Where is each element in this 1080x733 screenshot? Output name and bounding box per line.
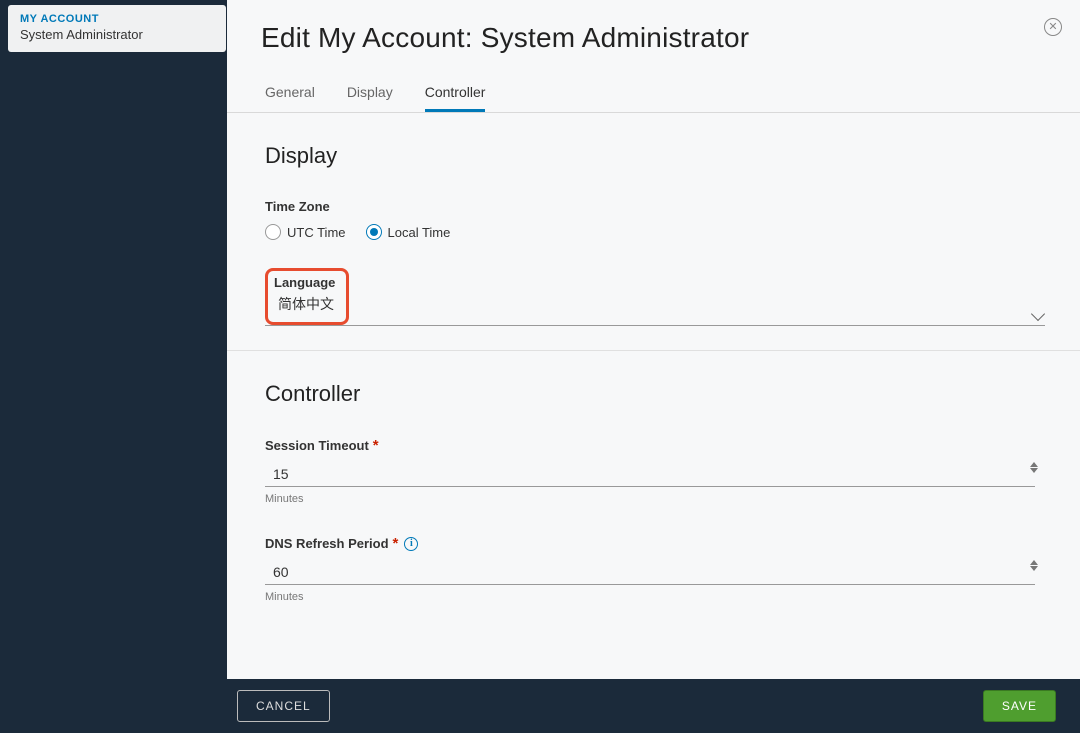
language-label: Language bbox=[274, 275, 336, 290]
chevron-down-icon bbox=[1031, 307, 1045, 321]
session-timeout-hint: Minutes bbox=[265, 493, 1042, 505]
chevron-up-icon bbox=[1030, 462, 1038, 467]
tabs: General Display Controller bbox=[227, 54, 1080, 113]
chevron-down-icon bbox=[1030, 468, 1038, 473]
dns-refresh-input[interactable] bbox=[265, 560, 1035, 585]
tab-general[interactable]: General bbox=[265, 84, 315, 112]
section-display: Display Time Zone UTC Time Local Time La… bbox=[227, 113, 1080, 351]
timezone-radios: UTC Time Local Time bbox=[265, 220, 1042, 240]
dns-refresh-stepper[interactable] bbox=[1026, 558, 1042, 573]
dns-refresh-label: DNS Refresh Period * i bbox=[265, 535, 1042, 552]
session-timeout-label: Session Timeout * bbox=[265, 437, 1042, 454]
close-icon[interactable]: ✕ bbox=[1044, 18, 1062, 36]
info-icon[interactable]: i bbox=[404, 537, 418, 551]
radio-icon bbox=[265, 224, 281, 240]
nav-card-subtitle: System Administrator bbox=[20, 27, 214, 42]
chevron-up-icon bbox=[1030, 560, 1038, 565]
save-button[interactable]: SAVE bbox=[983, 690, 1056, 722]
session-timeout-input[interactable] bbox=[265, 462, 1035, 487]
language-select[interactable]: Language 简体中文 bbox=[265, 240, 1045, 326]
language-value: 简体中文 bbox=[274, 292, 336, 316]
radio-utc-label: UTC Time bbox=[287, 225, 346, 240]
tab-controller[interactable]: Controller bbox=[425, 84, 486, 112]
radio-icon bbox=[366, 224, 382, 240]
dns-refresh-field: DNS Refresh Period * i Minutes bbox=[265, 535, 1042, 603]
language-highlight: Language 简体中文 bbox=[265, 268, 349, 325]
cancel-button[interactable]: CANCEL bbox=[237, 690, 330, 722]
chevron-down-icon bbox=[1030, 566, 1038, 571]
timezone-label: Time Zone bbox=[265, 199, 1042, 214]
session-timeout-stepper[interactable] bbox=[1026, 460, 1042, 475]
radio-local-time[interactable]: Local Time bbox=[366, 224, 451, 240]
radio-utc-time[interactable]: UTC Time bbox=[265, 224, 346, 240]
nav-card-title: MY ACCOUNT bbox=[20, 13, 214, 25]
footer-bar: CANCEL SAVE bbox=[0, 679, 1080, 733]
radio-local-label: Local Time bbox=[388, 225, 451, 240]
required-asterisk: * bbox=[393, 535, 399, 552]
left-nav: MY ACCOUNT System Administrator bbox=[0, 0, 227, 680]
required-asterisk: * bbox=[373, 437, 379, 454]
session-timeout-field: Session Timeout * Minutes bbox=[265, 437, 1042, 505]
section-controller: Controller Session Timeout * Minutes DNS… bbox=[227, 351, 1080, 643]
tab-display[interactable]: Display bbox=[347, 84, 393, 112]
dns-refresh-hint: Minutes bbox=[265, 591, 1042, 603]
display-heading: Display bbox=[265, 143, 1042, 169]
page-title: Edit My Account: System Administrator bbox=[227, 0, 1080, 54]
main-panel: ✕ Edit My Account: System Administrator … bbox=[227, 0, 1080, 680]
language-dropdown-toggle[interactable] bbox=[349, 309, 1045, 325]
nav-card-account[interactable]: MY ACCOUNT System Administrator bbox=[8, 5, 226, 52]
controller-heading: Controller bbox=[265, 381, 1042, 407]
